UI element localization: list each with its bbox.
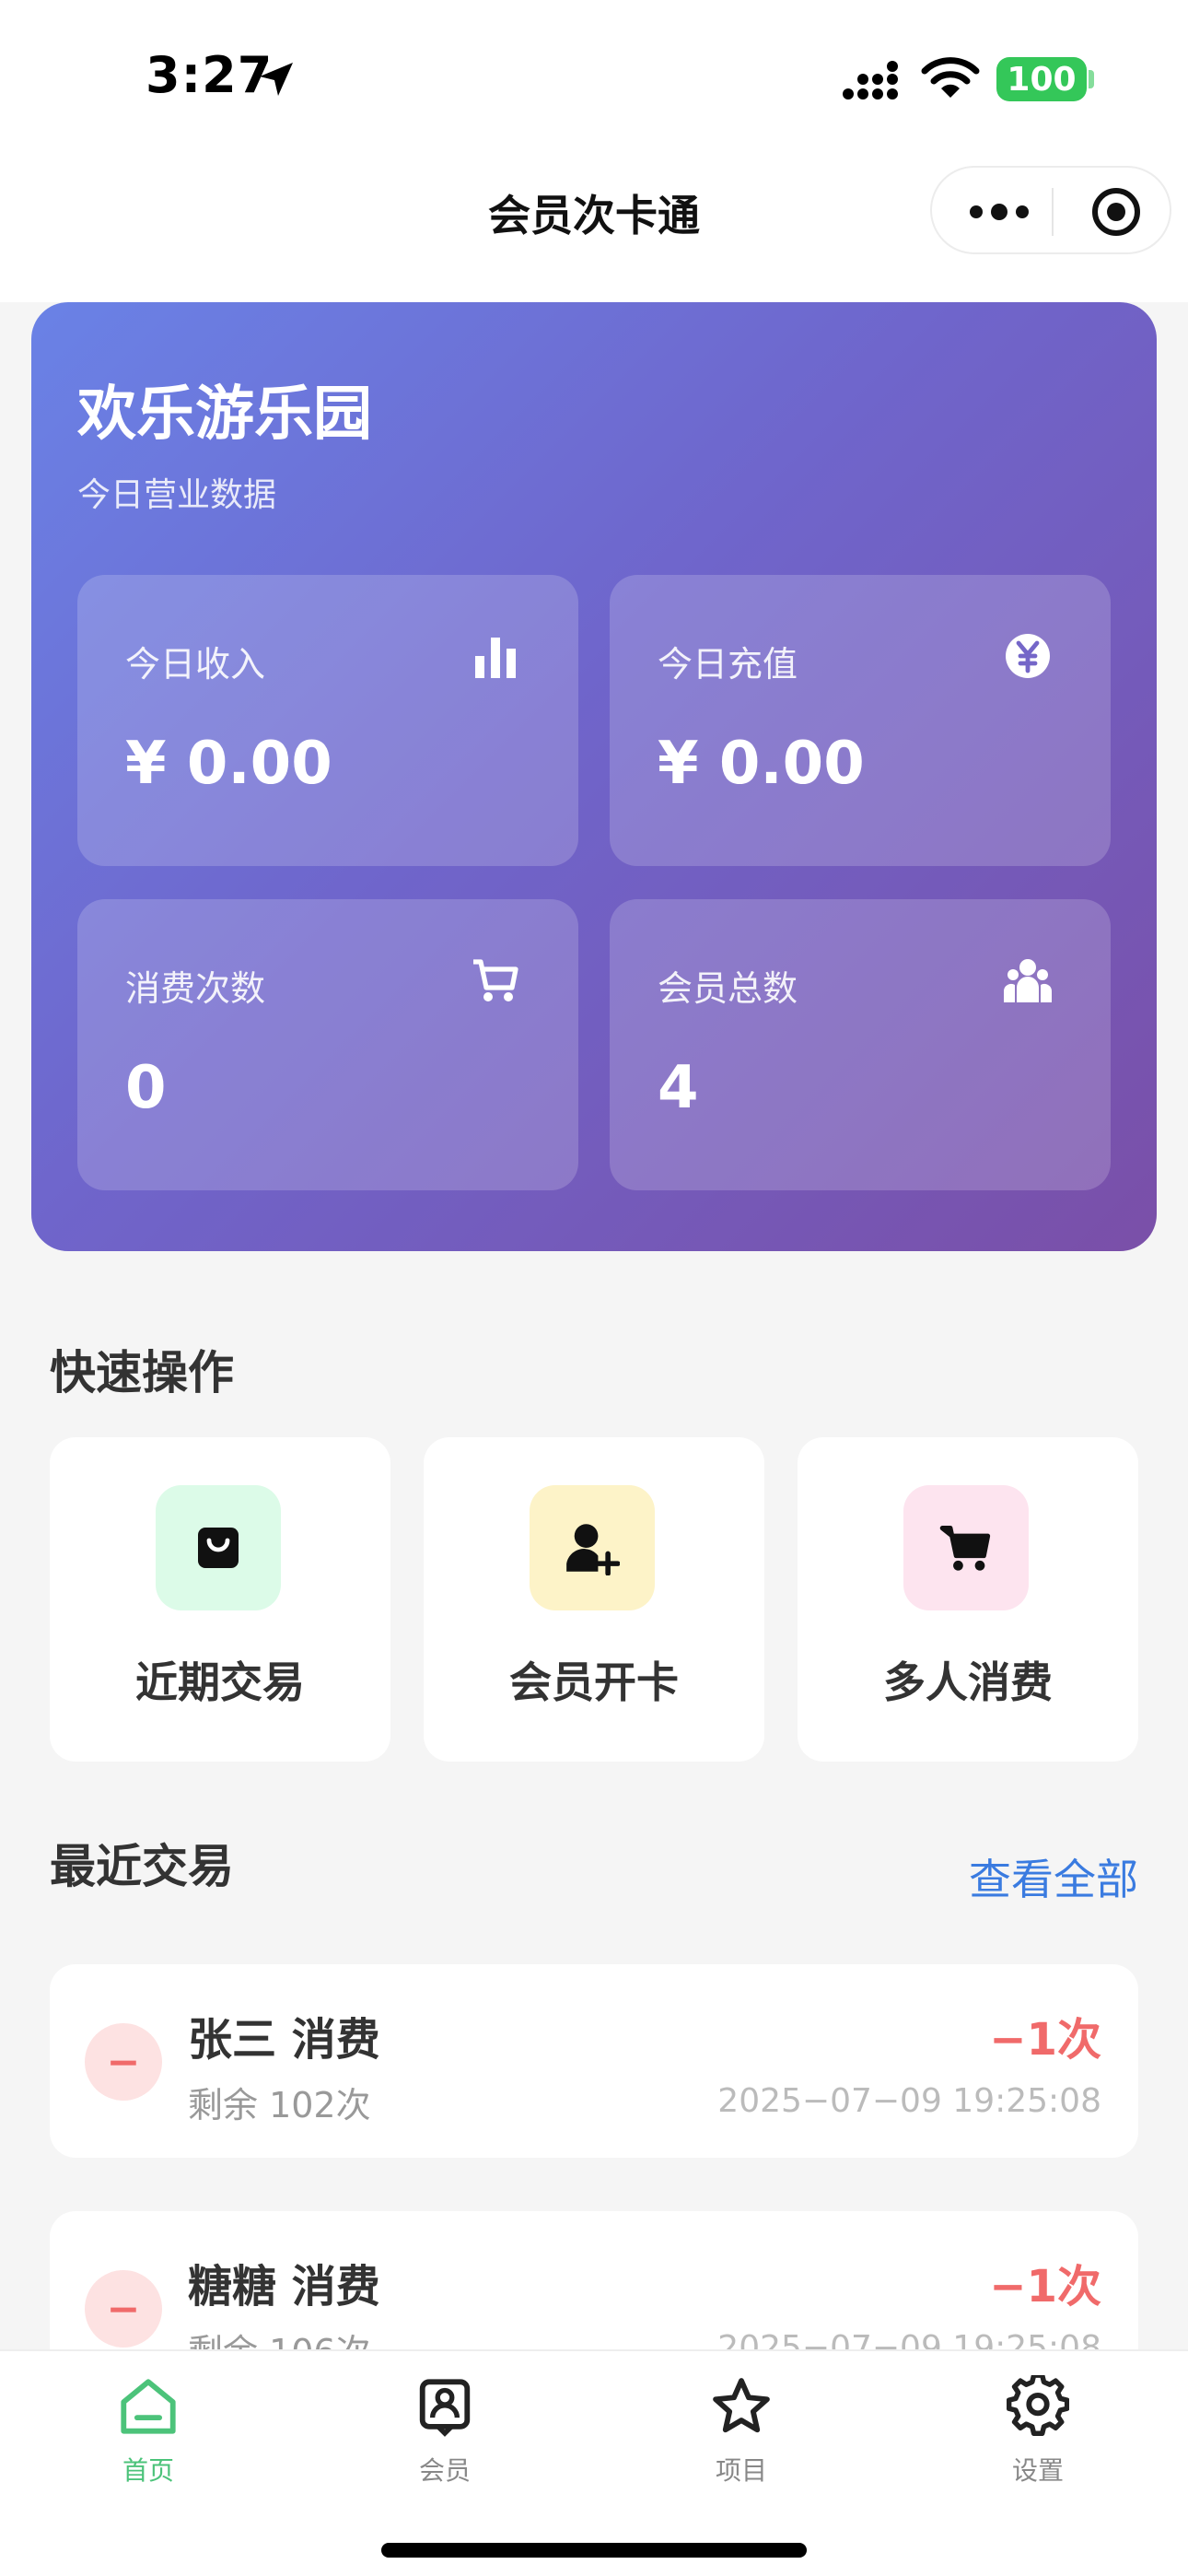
stat-card-member-total: 会员总数 4 (610, 899, 1111, 1190)
multi-person-consume-button[interactable]: 多人消费 (798, 1437, 1138, 1762)
transaction-remaining: 剩余 106次 (188, 2324, 371, 2349)
stat-label: 会员总数 (658, 968, 798, 1009)
battery-indicator: 100 (996, 57, 1087, 101)
transaction-item[interactable]: − 糖糖 消费 剩余 106次 −1次 2025−07−09 19:25:08 (50, 2211, 1138, 2349)
tab-label: 设置 (1011, 2455, 1064, 2486)
star-icon (713, 2378, 770, 2433)
minus-badge-icon: − (85, 2270, 162, 2348)
transaction-remaining: 剩余 102次 (188, 2085, 371, 2125)
status-bar: 3:27 100 (0, 0, 1188, 157)
business-summary-card: 欢乐游乐园 今日营业数据 今日收入 ¥ 0.00 今日充值 ¥ 0.00 消费次… (31, 302, 1157, 1251)
close-mini-program-icon[interactable] (1090, 186, 1142, 238)
quick-actions-title: 快速操作 (50, 1346, 234, 1399)
cart-icon (939, 1526, 991, 1571)
gear-icon (1007, 2375, 1069, 2436)
cellular-signal-icon (843, 61, 898, 100)
bar-chart-icon (475, 638, 516, 678)
summary-subtitle: 今日营业数据 (77, 476, 277, 514)
add-user-icon (566, 1524, 620, 1575)
transaction-time: 2025−07−09 19:25:08 (717, 2082, 1101, 2120)
transaction-amount: −1次 (989, 2261, 1101, 2313)
minus-badge-icon: − (85, 2023, 162, 2101)
tab-projects[interactable]: 项目 (649, 2366, 833, 2486)
transaction-time: 2025−07−09 19:25:08 (717, 2329, 1101, 2349)
more-icon[interactable] (969, 195, 1030, 228)
home-icon (121, 2379, 176, 2434)
yen-icon (1006, 634, 1050, 678)
open-member-card-button[interactable]: 会员开卡 (424, 1437, 764, 1762)
battery-level: 100 (1007, 60, 1077, 99)
capsule-divider (1052, 188, 1054, 236)
qa-label: 近期交易 (135, 1657, 305, 1707)
transaction-item[interactable]: − 张三 消费 剩余 102次 −1次 2025−07−09 19:25:08 (50, 1964, 1138, 2158)
member-card-icon (419, 2379, 471, 2437)
people-icon (1003, 959, 1053, 1002)
view-all-link[interactable]: 查看全部 (969, 1846, 1138, 1907)
store-name: 欢乐游乐园 (77, 381, 372, 449)
qa-label: 会员开卡 (509, 1657, 679, 1707)
nav-bar: 会员次卡通 (0, 157, 1188, 302)
transaction-title: 糖糖 消费 (188, 2261, 380, 2313)
shopping-bag-icon (198, 1528, 239, 1568)
tab-label: 项目 (715, 2455, 767, 2486)
transaction-amount: −1次 (989, 2014, 1101, 2066)
cart-icon (473, 959, 518, 1001)
location-arrow-icon (260, 63, 293, 96)
tab-home[interactable]: 首页 (56, 2366, 240, 2486)
stat-value: 0 (125, 1054, 167, 1122)
stat-value: ¥ 0.00 (658, 730, 865, 798)
tab-label: 会员 (418, 2455, 471, 2486)
tab-label: 首页 (122, 2455, 174, 2486)
stat-label: 今日收入 (125, 644, 266, 685)
battery-tip (1089, 70, 1094, 88)
stat-label: 今日充值 (658, 644, 798, 685)
wifi-icon (921, 57, 980, 98)
stat-card-income: 今日收入 ¥ 0.00 (77, 575, 578, 866)
qa-icon-box (156, 1485, 281, 1610)
stat-card-consumption-count: 消费次数 0 (77, 899, 578, 1190)
tab-members[interactable]: 会员 (353, 2366, 537, 2486)
stat-card-recharge: 今日充值 ¥ 0.00 (610, 575, 1111, 866)
qa-label: 多人消费 (883, 1657, 1053, 1707)
recent-transactions-title: 最近交易 (50, 1840, 234, 1893)
mini-program-capsule (930, 166, 1171, 254)
transaction-title: 张三 消费 (188, 2014, 380, 2066)
qa-icon-box (530, 1485, 655, 1610)
stat-label: 消费次数 (125, 968, 266, 1009)
tab-settings[interactable]: 设置 (946, 2366, 1130, 2486)
stat-value: ¥ 0.00 (125, 730, 332, 798)
qa-icon-box (903, 1485, 1029, 1610)
recent-transactions-button[interactable]: 近期交易 (50, 1437, 390, 1762)
stat-value: 4 (658, 1054, 699, 1122)
home-indicator (381, 2543, 807, 2558)
